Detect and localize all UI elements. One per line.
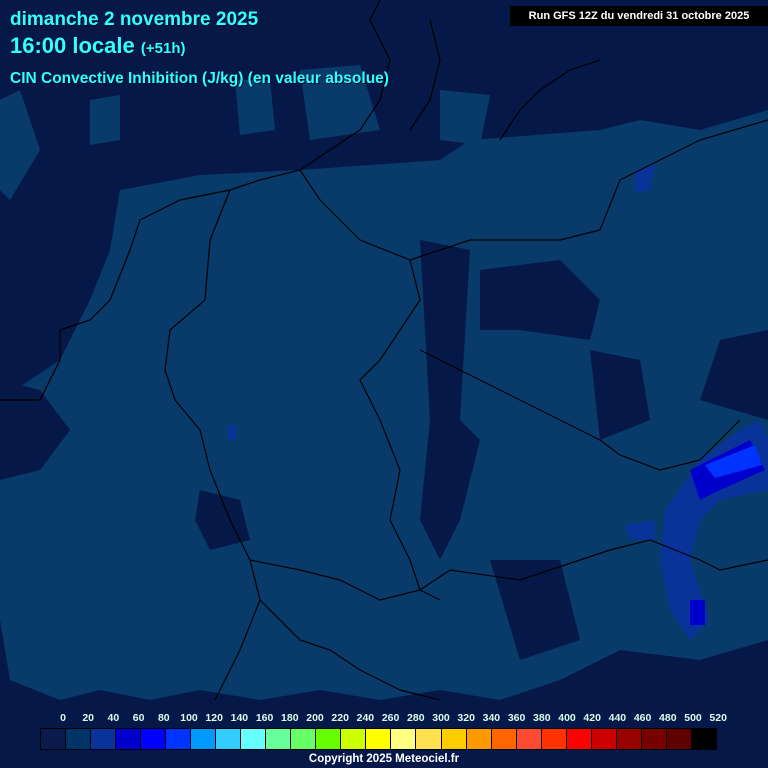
cin-map	[0, 0, 768, 768]
legend-label: 460	[633, 712, 652, 724]
legend-swatch	[216, 729, 242, 749]
legend-swatch	[266, 729, 292, 749]
legend-swatch	[666, 729, 692, 749]
legend-swatch	[391, 729, 417, 749]
forecast-lead-time: (+51h)	[140, 40, 186, 57]
legend-label: 480	[659, 712, 677, 724]
legend-swatch	[291, 729, 317, 749]
legend-swatch	[191, 729, 217, 749]
legend-label: 260	[381, 712, 400, 724]
parameter-title: CIN Convective Inhibition (J/kg) (en val…	[10, 70, 389, 87]
legend-label: 440	[608, 712, 627, 724]
legend-swatch	[441, 729, 467, 749]
forecast-date: dimanche 2 novembre 2025	[10, 9, 259, 30]
legend-label: 140	[230, 712, 249, 724]
legend-swatch	[91, 729, 117, 749]
legend-label: 420	[583, 712, 601, 724]
legend-swatch	[466, 729, 492, 749]
legend-label: 0	[60, 712, 66, 724]
legend-swatch	[616, 729, 642, 749]
legend-label: 100	[180, 712, 198, 724]
forecast-local-time: 16:00 locale	[10, 33, 135, 58]
copyright: Copyright 2025 Meteociel.fr	[308, 753, 460, 765]
legend-label: 360	[507, 712, 526, 724]
legend-labels: 0 20 40 60 80 100 120 140 160 180 200 220 240 260 280 3…	[40, 712, 727, 728]
legend-swatch	[141, 729, 167, 749]
legend-label: 120	[205, 712, 223, 724]
legend-label: 380	[533, 712, 551, 724]
legend-label: 520	[709, 712, 727, 724]
legend-label: 300	[432, 712, 450, 724]
legend-swatch	[366, 729, 392, 749]
legend-label: 400	[558, 712, 576, 724]
legend-swatch	[416, 729, 442, 749]
legend-label: 160	[255, 712, 274, 724]
legend-swatch	[341, 729, 367, 749]
legend-label: 20	[82, 712, 95, 724]
model-run-label: Run GFS 12Z du vendredi 31 octobre 2025	[510, 6, 768, 26]
legend-swatch	[691, 729, 716, 749]
legend-label: 500	[684, 712, 702, 724]
legend-swatch	[116, 729, 142, 749]
legend-label: 220	[331, 712, 349, 724]
legend-label: 180	[281, 712, 299, 724]
forecast-time: 16:00 locale (+51h)	[10, 33, 185, 59]
legend-swatch	[316, 729, 342, 749]
weather-map-page: dimanche 2 novembre 2025 16:00 locale (+…	[0, 0, 768, 768]
legend-swatch	[566, 729, 592, 749]
legend-label: 40	[107, 712, 120, 724]
legend-label: 80	[157, 712, 170, 724]
legend-label: 240	[356, 712, 375, 724]
legend-label: 280	[407, 712, 425, 724]
legend-swatch	[66, 729, 92, 749]
legend-swatch	[241, 729, 267, 749]
legend-swatch	[516, 729, 542, 749]
legend-swatch	[491, 729, 517, 749]
legend-swatch	[41, 729, 67, 749]
legend-swatch	[166, 729, 192, 749]
color-legend: 0 20 40 60 80 100 120 140 160 180 200 220 240 260 280 3…	[40, 712, 727, 750]
legend-swatch	[641, 729, 667, 749]
legend-label: 340	[482, 712, 501, 724]
legend-label: 320	[457, 712, 475, 724]
legend-label: 60	[132, 712, 145, 724]
legend-colorbar	[40, 728, 717, 750]
legend-swatch	[541, 729, 567, 749]
legend-swatch	[591, 729, 617, 749]
legend-label: 200	[306, 712, 324, 724]
